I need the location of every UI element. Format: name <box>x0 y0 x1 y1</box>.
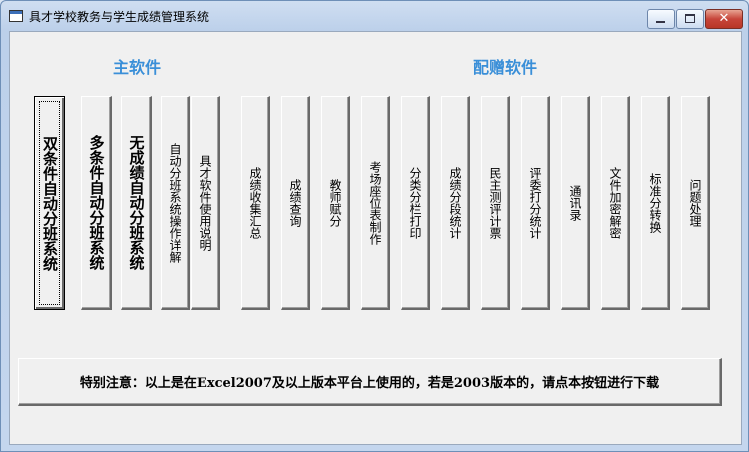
title-bar[interactable]: 具才学校教务与学生成绩管理系统 ✕ <box>1 1 748 31</box>
score-query-button[interactable]: 成绩查询 <box>281 96 310 310</box>
address-book-button[interactable]: 通讯录 <box>561 96 590 310</box>
main-form: 主软件 配赠软件 双条件自动分班系统 多条件自动分班系统 无成绩自动分班系统 自… <box>9 31 742 445</box>
bonus-software-label: 配赠软件 <box>473 58 538 77</box>
app-icon[interactable] <box>9 10 23 22</box>
minimize-icon <box>656 21 665 23</box>
close-icon: ✕ <box>718 11 730 26</box>
problem-handling-button[interactable]: 问题处理 <box>681 96 710 310</box>
software-manual-button[interactable]: 具才软件使用说明 <box>191 96 220 310</box>
main-software-label: 主软件 <box>113 58 162 77</box>
maximize-button[interactable] <box>676 9 704 29</box>
column-print-button[interactable]: 分类分栏打印 <box>401 96 430 310</box>
judge-scoring-button[interactable]: 评委打分统计 <box>521 96 550 310</box>
score-segment-button[interactable]: 成绩分段统计 <box>441 96 470 310</box>
score-collection-button[interactable]: 成绩收集汇总 <box>241 96 270 310</box>
file-encryption-button[interactable]: 文件加密解密 <box>601 96 630 310</box>
app-window: 具才学校教务与学生成绩管理系统 ✕ 主软件 配赠软件 双条件自动分班系统 多条件… <box>0 0 749 452</box>
minimize-button[interactable] <box>647 9 675 29</box>
multi-condition-grouping-button[interactable]: 多条件自动分班系统 <box>81 96 112 310</box>
window-title: 具才学校教务与学生成绩管理系统 <box>29 10 210 24</box>
exam-seating-button[interactable]: 考场座位表制作 <box>361 96 390 310</box>
no-score-grouping-button[interactable]: 无成绩自动分班系统 <box>121 96 152 310</box>
download-2003-button[interactable]: 特别注意：以上是在Excel2007及以上版本平台上使用的，若是2003版本的，… <box>18 358 722 406</box>
dual-condition-grouping-button[interactable]: 双条件自动分班系统 <box>34 96 65 310</box>
standard-score-button[interactable]: 标准分转换 <box>641 96 670 310</box>
maximize-icon <box>685 14 695 23</box>
vote-count-button[interactable]: 民主测评计票 <box>481 96 510 310</box>
close-button[interactable]: ✕ <box>705 9 743 29</box>
teacher-scoring-button[interactable]: 教师赋分 <box>321 96 350 310</box>
notice-text: 特别注意：以上是在Excel2007及以上版本平台上使用的，若是2003版本的，… <box>79 376 660 391</box>
grouping-guide-button[interactable]: 自动分班系统操作详解 <box>161 96 190 310</box>
